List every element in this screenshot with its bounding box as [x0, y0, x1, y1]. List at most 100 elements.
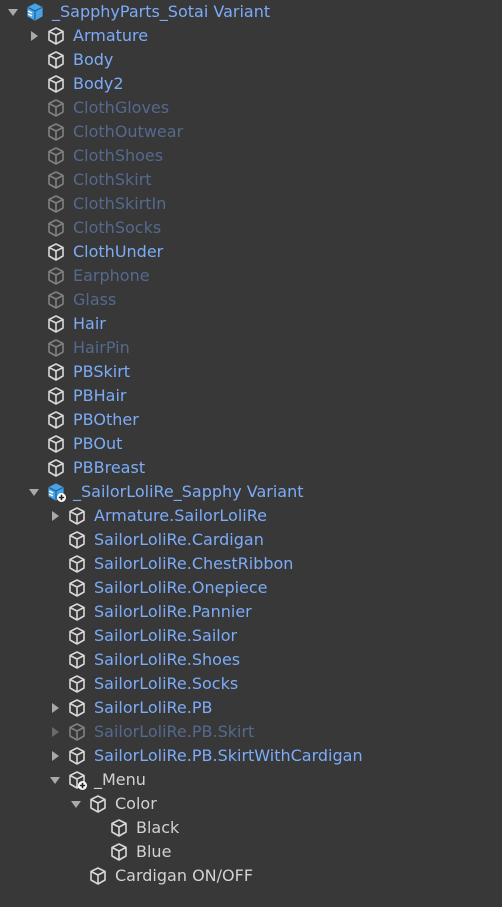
hierarchy-row[interactable]: ClothSkirt [0, 168, 502, 192]
hierarchy-item-label: Body [73, 50, 114, 69]
hierarchy-row[interactable]: PBOther [0, 408, 502, 432]
cube-icon [46, 122, 66, 142]
hierarchy-row[interactable]: SailorLoliRe.Shoes [0, 648, 502, 672]
hierarchy-row[interactable]: PBBreast [0, 456, 502, 480]
cube-icon [46, 362, 66, 382]
cube-icon [67, 578, 87, 598]
hierarchy-row[interactable]: ClothGloves [0, 96, 502, 120]
cube-icon [46, 74, 66, 94]
hierarchy-item-label: ClothGloves [73, 98, 170, 117]
hierarchy-item-label: PBOut [73, 434, 123, 453]
hierarchy-item-label: Black [136, 818, 180, 837]
hierarchy-row[interactable]: PBHair [0, 384, 502, 408]
hierarchy-item-label: Earphone [73, 266, 150, 285]
cube-icon [46, 290, 66, 310]
cube-icon [46, 50, 66, 70]
hierarchy-item-label: _SailorLoliRe_Sapphy Variant [73, 482, 304, 501]
hierarchy-item-label: Body2 [73, 74, 124, 93]
cube-added-icon [67, 770, 87, 790]
hierarchy-row[interactable]: Black [0, 816, 502, 840]
hierarchy-row[interactable]: Hair [0, 312, 502, 336]
expand-arrow-down-icon[interactable] [27, 480, 41, 504]
hierarchy-row[interactable]: Glass [0, 288, 502, 312]
cube-icon [46, 314, 66, 334]
hierarchy-item-label: Armature.SailorLoliRe [94, 506, 267, 525]
hierarchy-item-label: ClothSkirtIn [73, 194, 167, 213]
expand-arrow-down-icon[interactable] [69, 792, 83, 816]
hierarchy-row[interactable]: _SapphyParts_Sotai Variant [0, 0, 502, 24]
hierarchy-row[interactable]: SailorLoliRe.Cardigan [0, 528, 502, 552]
cube-icon [46, 458, 66, 478]
hierarchy-item-label: SailorLoliRe.PB.Skirt [94, 722, 255, 741]
hierarchy-row[interactable]: Body2 [0, 72, 502, 96]
cube-icon [67, 650, 87, 670]
hierarchy-row[interactable]: SailorLoliRe.Pannier [0, 600, 502, 624]
hierarchy-row[interactable]: SailorLoliRe.Socks [0, 672, 502, 696]
cube-icon [46, 194, 66, 214]
prefab-variant-root-icon [25, 2, 45, 22]
hierarchy-item-label: Color [115, 794, 157, 813]
hierarchy-row[interactable]: Earphone [0, 264, 502, 288]
hierarchy-row[interactable]: Blue [0, 840, 502, 864]
expand-arrow-right-icon[interactable] [48, 504, 62, 528]
hierarchy-row[interactable]: PBSkirt [0, 360, 502, 384]
expand-arrow-right-icon[interactable] [48, 720, 62, 744]
hierarchy-item-label: PBBreast [73, 458, 146, 477]
hierarchy-item-label: ClothOutwear [73, 122, 184, 141]
expand-arrow-right-icon[interactable] [48, 696, 62, 720]
hierarchy-row[interactable]: SailorLoliRe.ChestRibbon [0, 552, 502, 576]
cube-icon [67, 530, 87, 550]
hierarchy-row[interactable]: SailorLoliRe.PB.SkirtWithCardigan [0, 744, 502, 768]
expand-arrow-right-icon[interactable] [48, 744, 62, 768]
cube-icon [67, 554, 87, 574]
hierarchy-item-label: PBOther [73, 410, 139, 429]
hierarchy-row[interactable]: SailorLoliRe.Onepiece [0, 576, 502, 600]
hierarchy-row[interactable]: ClothShoes [0, 144, 502, 168]
hierarchy-tree: _SapphyParts_Sotai Variant Armature Body Bo… [0, 0, 502, 888]
hierarchy-item-label: ClothUnder [73, 242, 164, 261]
hierarchy-row[interactable]: ClothUnder [0, 240, 502, 264]
hierarchy-item-label: SailorLoliRe.Pannier [94, 602, 252, 621]
hierarchy-row[interactable]: SailorLoliRe.PB.Skirt [0, 720, 502, 744]
hierarchy-item-label: Hair [73, 314, 106, 333]
hierarchy-row[interactable]: HairPin [0, 336, 502, 360]
expand-arrow-down-icon[interactable] [6, 0, 20, 24]
hierarchy-item-label: ClothSkirt [73, 170, 152, 189]
hierarchy-item-label: PBHair [73, 386, 127, 405]
hierarchy-row[interactable]: ClothSocks [0, 216, 502, 240]
hierarchy-row[interactable]: ClothOutwear [0, 120, 502, 144]
hierarchy-row[interactable]: PBOut [0, 432, 502, 456]
hierarchy-row[interactable]: SailorLoliRe.PB [0, 696, 502, 720]
hierarchy-row[interactable]: ClothSkirtIn [0, 192, 502, 216]
hierarchy-row[interactable]: Color [0, 792, 502, 816]
hierarchy-item-label: SailorLoliRe.PB.SkirtWithCardigan [94, 746, 363, 765]
expand-arrow-right-icon[interactable] [27, 24, 41, 48]
cube-icon [46, 386, 66, 406]
cube-icon [67, 626, 87, 646]
hierarchy-item-label: Cardigan ON/OFF [115, 866, 254, 885]
hierarchy-item-label: SailorLoliRe.Shoes [94, 650, 241, 669]
cube-icon [46, 338, 66, 358]
hierarchy-row[interactable]: Cardigan ON/OFF [0, 864, 502, 888]
cube-icon [67, 722, 87, 742]
cube-icon [46, 410, 66, 430]
hierarchy-row[interactable]: _SailorLoliRe_Sapphy Variant [0, 480, 502, 504]
cube-icon [46, 218, 66, 238]
hierarchy-row[interactable]: Armature.SailorLoliRe [0, 504, 502, 528]
cube-icon [46, 98, 66, 118]
prefab-variant-added-icon [46, 482, 66, 502]
cube-icon [46, 146, 66, 166]
hierarchy-item-label: Armature [73, 26, 149, 45]
cube-icon [46, 434, 66, 454]
hierarchy-row[interactable]: SailorLoliRe.Sailor [0, 624, 502, 648]
cube-icon [46, 170, 66, 190]
hierarchy-row[interactable]: Body [0, 48, 502, 72]
hierarchy-item-label: ClothSocks [73, 218, 162, 237]
cube-icon [67, 674, 87, 694]
hierarchy-item-label: SailorLoliRe.Cardigan [94, 530, 264, 549]
expand-arrow-down-icon[interactable] [48, 768, 62, 792]
hierarchy-item-label: _SapphyParts_Sotai Variant [52, 2, 271, 21]
hierarchy-row[interactable]: Armature [0, 24, 502, 48]
cube-icon [67, 506, 87, 526]
hierarchy-row[interactable]: _Menu [0, 768, 502, 792]
